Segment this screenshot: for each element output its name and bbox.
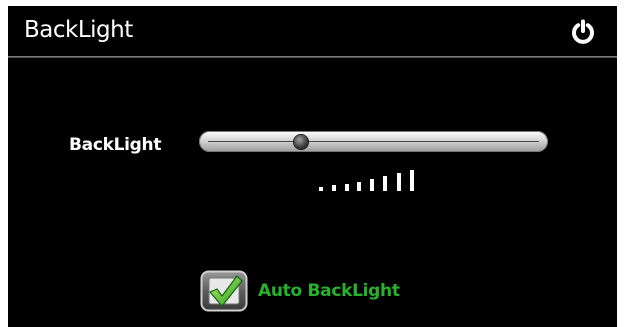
backlight-label: BackLight bbox=[69, 135, 162, 155]
slider-track[interactable] bbox=[199, 131, 548, 152]
backlight-slider[interactable] bbox=[199, 131, 548, 152]
backlight-level-indicator bbox=[319, 169, 429, 191]
page-title: BackLight bbox=[24, 17, 133, 43]
title-bar: BackLight bbox=[8, 6, 617, 56]
level-bar bbox=[397, 173, 401, 191]
power-icon[interactable] bbox=[569, 18, 597, 46]
title-divider bbox=[8, 56, 617, 58]
slider-track-line bbox=[208, 141, 539, 142]
level-bar bbox=[357, 182, 361, 191]
level-bar bbox=[319, 187, 323, 191]
auto-backlight-label: Auto BackLight bbox=[258, 281, 400, 301]
slider-thumb[interactable] bbox=[293, 135, 308, 149]
backlight-screen: BackLight BackLight Auto BackLight bbox=[8, 6, 617, 327]
level-bar bbox=[332, 185, 336, 191]
level-bar bbox=[383, 176, 387, 191]
level-bar bbox=[370, 179, 374, 191]
auto-backlight-toggle[interactable]: Auto BackLight bbox=[200, 270, 440, 312]
auto-backlight-checkbox[interactable] bbox=[200, 270, 248, 312]
level-bar bbox=[410, 170, 414, 191]
level-bar bbox=[345, 184, 349, 191]
